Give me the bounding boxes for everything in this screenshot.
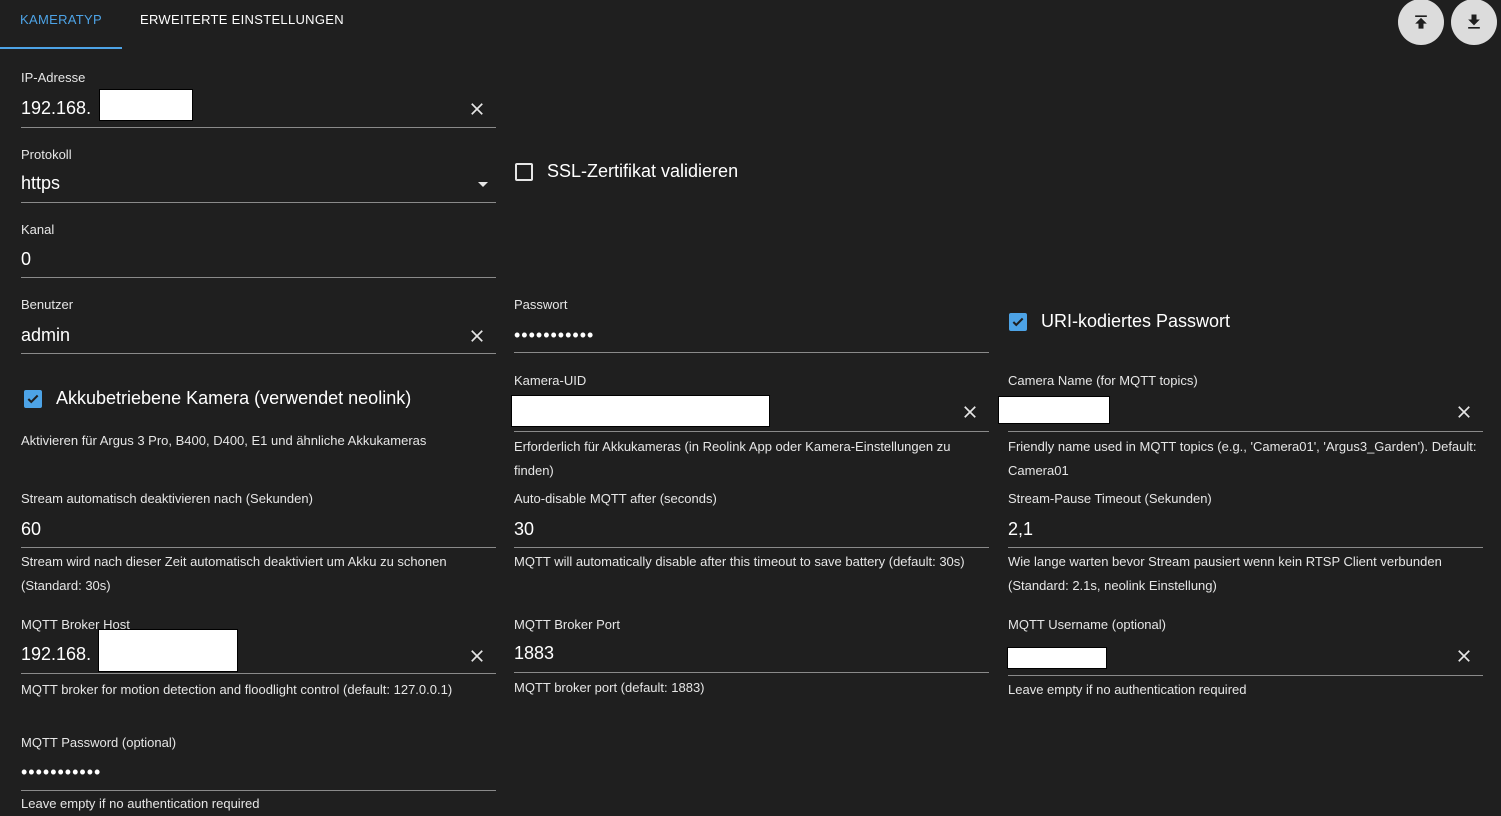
battery-camera-checkbox[interactable]: Akkubetriebene Kamera (verwendet neolink… [24,388,411,409]
clear-icon[interactable] [1455,647,1473,665]
underline [21,127,496,128]
password-field[interactable]: Passwort ••••••••••• [514,297,989,353]
stream-disable-field[interactable]: Stream automatisch deaktivieren nach (Se… [21,491,496,548]
mqtt-password-value[interactable]: ••••••••••• [21,762,101,783]
underline [514,352,989,353]
underline [514,431,989,432]
mqtt-host-helper: MQTT broker for motion detection and flo… [21,682,453,697]
clear-icon[interactable] [468,100,486,118]
redacted-block [1007,647,1107,669]
mqtt-password-label: MQTT Password (optional) [21,735,177,750]
clear-icon[interactable] [1455,403,1473,421]
ssl-validate-label: SSL-Zertifikat validieren [547,161,739,181]
underline [1008,675,1483,676]
camera-uid-helper: Erforderlich für Akkukameras (in Reolink… [514,439,951,478]
download-button[interactable] [1451,0,1497,45]
redacted-block [511,395,770,427]
mqtt-username-field[interactable]: MQTT Username (optional) [1007,617,1483,676]
checkbox-box[interactable] [1009,312,1027,331]
mqtt-port-field[interactable]: MQTT Broker Port 1883 [514,617,989,673]
stream-pause-label: Stream-Pause Timeout (Sekunden) [1008,491,1212,506]
mqtt-port-helper: MQTT broker port (default: 1883) [514,680,705,695]
tab-bar: KAMERATYP ERWEITERTE EINSTELLUNGEN [0,0,1501,49]
tab-kameratyp[interactable]: KAMERATYP [0,0,122,49]
channel-label: Kanal [21,222,55,237]
battery-camera-helper: Aktivieren für Argus 3 Pro, B400, D400, … [21,433,427,448]
stream-pause-field[interactable]: Stream-Pause Timeout (Sekunden) 2,1 [1008,491,1483,548]
user-field[interactable]: Benutzer admin [21,297,496,354]
underline [1008,547,1483,548]
camera-uid-label: Kamera-UID [514,373,587,388]
upload-icon [1415,15,1427,29]
mqtt-port-value[interactable]: 1883 [514,643,554,664]
mqtt-disable-value[interactable]: 30 [514,519,534,540]
battery-camera-label: Akkubetriebene Kamera (verwendet neolink… [56,388,412,408]
stream-pause-value[interactable]: 2,1 [1008,519,1033,540]
clear-icon[interactable] [468,647,486,665]
stream-disable-helper: Stream wird nach dieser Zeit automatisch… [21,554,447,593]
underline [21,790,496,791]
uri-encoded-password-label: URI-kodiertes Passwort [1041,311,1231,331]
ip-address-value[interactable]: 192.168. [21,98,91,119]
protocol-label: Protokoll [21,147,72,162]
mqtt-disable-field[interactable]: Auto-disable MQTT after (seconds) 30 [514,491,989,548]
mqtt-password-field[interactable]: MQTT Password (optional) ••••••••••• [21,735,496,791]
protocol-value[interactable]: https [21,173,60,194]
underline [21,353,496,354]
underline [514,547,989,548]
mqtt-host-field[interactable]: MQTT Broker Host 192.168. [21,617,496,674]
mqtt-disable-label: Auto-disable MQTT after (seconds) [514,491,717,506]
mqtt-username-label: MQTT Username (optional) [1008,617,1166,632]
checkbox-box[interactable] [515,162,533,181]
chevron-down-icon[interactable] [478,182,488,187]
camera-uid-field[interactable]: Kamera-UID [511,373,989,432]
tab-erweiterte-einstellungen[interactable]: ERWEITERTE EINSTELLUNGEN [140,0,344,49]
underline [1008,431,1483,432]
password-value[interactable]: ••••••••••• [514,325,594,346]
underline [514,672,989,673]
stream-pause-helper: Wie lange warten bevor Stream pausiert w… [1008,554,1442,593]
checkbox-box[interactable] [24,389,42,408]
uri-encoded-password-checkbox[interactable]: URI-kodiertes Passwort [1009,311,1230,332]
camera-name-helper: Friendly name used in MQTT topics (e.g.,… [1008,439,1477,478]
mqtt-username-helper: Leave empty if no authentication require… [1008,682,1247,697]
channel-value[interactable]: 0 [21,249,31,270]
upload-button[interactable] [1398,0,1444,45]
mqtt-password-helper: Leave empty if no authentication require… [21,796,260,811]
ip-address-field[interactable]: IP-Adresse 192.168. [21,70,496,128]
mqtt-port-label: MQTT Broker Port [514,617,620,632]
ssl-validate-checkbox[interactable]: SSL-Zertifikat validieren [515,161,738,182]
redacted-block [99,89,193,121]
download-icon [1468,14,1480,29]
check-icon [1012,317,1024,326]
camera-name-field[interactable]: Camera Name (for MQTT topics) [998,373,1483,432]
camera-name-label: Camera Name (for MQTT topics) [1008,373,1198,388]
redacted-block [998,396,1110,424]
stream-disable-value[interactable]: 60 [21,519,41,540]
clear-icon[interactable] [468,327,486,345]
user-label: Benutzer [21,297,74,312]
password-label: Passwort [514,297,568,312]
underline [21,202,496,203]
check-icon [27,394,39,403]
protocol-select[interactable]: Protokoll https [21,147,496,203]
underline [21,277,496,278]
stream-disable-label: Stream automatisch deaktivieren nach (Se… [21,491,313,506]
mqtt-disable-helper: MQTT will automatically disable after th… [514,554,965,569]
channel-field[interactable]: Kanal 0 [21,222,496,278]
underline [21,547,496,548]
user-value[interactable]: admin [21,325,70,346]
redacted-block [98,629,238,672]
underline [21,673,496,674]
clear-icon[interactable] [961,403,979,421]
ip-address-label: IP-Adresse [21,70,86,85]
mqtt-host-value[interactable]: 192.168. [21,644,91,665]
